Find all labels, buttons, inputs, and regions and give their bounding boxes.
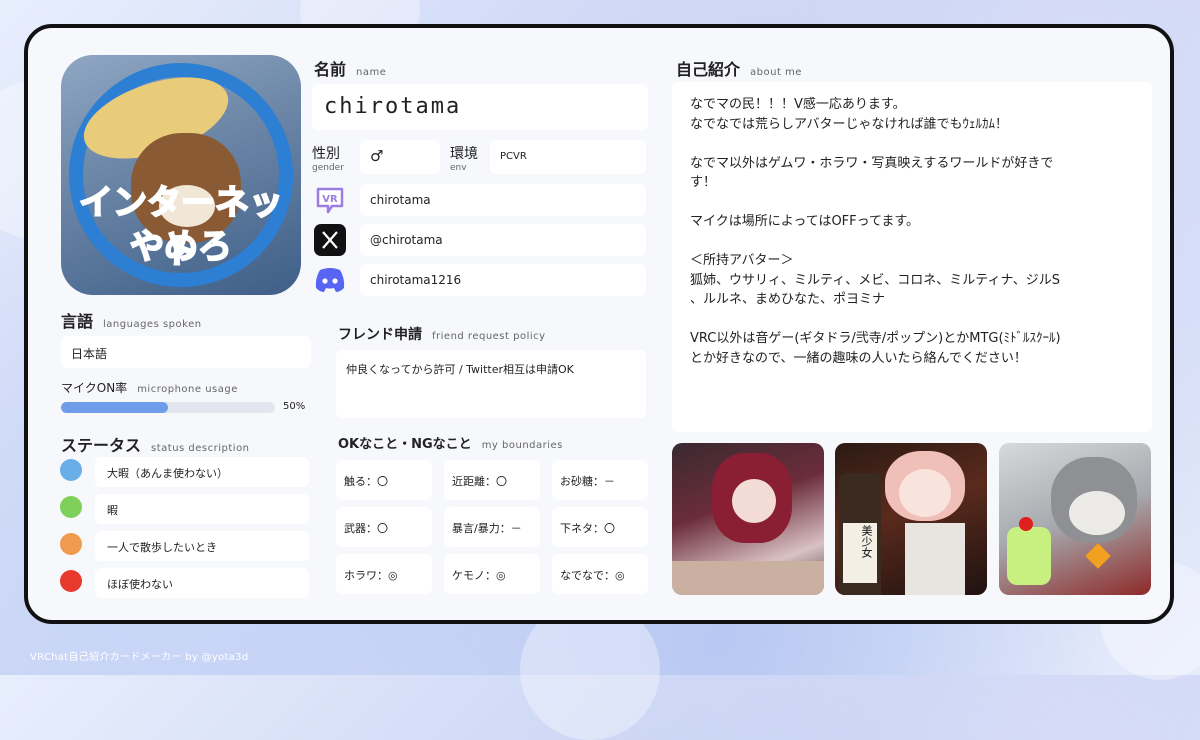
photo-2-face (899, 469, 951, 517)
friend-request-heading: フレンド申請 friend request policy (338, 324, 546, 344)
boundaries-heading: OKなこと・NGなこと my boundaries (338, 433, 563, 452)
boundary-label: お砂糖：－ (560, 475, 615, 488)
vrchat-id-box: chirotama (360, 184, 646, 216)
gender-value: ♂ (370, 147, 384, 165)
photo-2-sign: 美少女 (860, 525, 873, 558)
boundary-close-distance: 近距離：〇 (444, 460, 540, 500)
status-dot-blue (60, 459, 82, 481)
name-value: chirotama (324, 94, 462, 119)
photo-1-face (732, 479, 776, 523)
discord-id: chirotama1216 (370, 273, 462, 287)
env-label: 環境 env (450, 143, 478, 173)
boundary-label: 触る：〇 (344, 475, 388, 488)
x-handle-box: @chirotama (360, 224, 646, 256)
photo-2: 美少女 (835, 443, 987, 595)
boundary-label: ケモノ：◎ (452, 569, 506, 582)
languages-heading-text: 言語 (61, 312, 94, 331)
status-heading-text: ステータス (61, 436, 142, 455)
boundary-kemono: ケモノ：◎ (444, 554, 540, 594)
gender-label-text: 性別 (312, 146, 340, 162)
about-text: なでマの民！！！V感一応あります。 なでなでは荒らしアバターじゃなければ誰でもｳ… (690, 97, 1061, 366)
footer-credit: VRChat自己紹介カードメーカー by @yota3d (30, 652, 249, 663)
about-heading-text: 自己紹介 (676, 60, 741, 79)
friend-request-heading-en: friend request policy (432, 331, 546, 342)
about-heading-en: about me (750, 67, 802, 78)
photo-1-table (672, 561, 824, 595)
friend-request-heading-text: フレンド申請 (338, 327, 422, 343)
env-label-en: env (450, 163, 467, 173)
gender-label-en: gender (312, 163, 344, 173)
photo-3 (999, 443, 1151, 595)
boundary-label: 下ネタ：〇 (560, 522, 615, 535)
name-heading-en: name (356, 67, 387, 78)
boundaries-heading-en: my boundaries (481, 440, 563, 451)
languages-value: 日本語 (71, 347, 108, 361)
gender-box: ♂ (360, 140, 440, 174)
vrchat-id: chirotama (370, 193, 431, 207)
status-heading-en: status description (151, 443, 250, 454)
status-item-orange: 一人で散歩したいとき (95, 531, 309, 561)
friend-request-box: 仲良くなってから許可 / Twitter相互は申請OK (336, 350, 646, 418)
status-item-red: ほぼ使わない (95, 568, 309, 598)
boundaries-heading-text: OKなこと・NGなこと (338, 437, 472, 452)
env-label-text: 環境 (450, 146, 478, 162)
boundary-touch: 触る：〇 (336, 460, 432, 500)
photo-3-cherry (1019, 517, 1033, 531)
status-dot-green (60, 496, 82, 518)
photo-3-face (1069, 491, 1125, 535)
microphone-bar-fill (61, 402, 168, 413)
avatar-image: インターネット やめろ (61, 55, 301, 295)
boundary-headpat: なでなで：◎ (552, 554, 648, 594)
microphone-percent: 50% (283, 401, 306, 412)
discord-icon (312, 262, 348, 298)
boundary-sugar: お砂糖：－ (552, 460, 648, 500)
x-logo-icon (312, 222, 348, 258)
languages-heading-en: languages spoken (103, 319, 202, 330)
env-value: PCVR (500, 151, 527, 162)
boundary-lewd: 下ネタ：〇 (552, 507, 648, 547)
friend-request-value: 仲良くなってから許可 / Twitter相互は申請OK (346, 363, 574, 376)
avatar-logo-line2: やめろ (129, 226, 233, 268)
status-item-blue: 大暇（あんま使わない） (95, 457, 309, 487)
photo-2-dress (905, 523, 965, 595)
boundary-label: 近距離：〇 (452, 475, 507, 488)
photo-3-drink (1007, 527, 1051, 585)
status-item-green: 暇 (95, 494, 309, 524)
name-heading-text: 名前 (314, 60, 347, 79)
boundary-label: ホラワ：◎ (344, 569, 398, 582)
boundary-violence: 暴言/暴力：－ (444, 507, 540, 547)
microphone-heading: マイクON率 microphone usage (61, 379, 238, 396)
env-box: PCVR (490, 140, 646, 174)
about-heading: 自己紹介 about me (676, 56, 802, 80)
boundary-label: 暴言/暴力：－ (452, 522, 522, 535)
name-box: chirotama (312, 84, 648, 130)
discord-id-box: chirotama1216 (360, 264, 646, 296)
name-heading: 名前 name (314, 56, 386, 80)
languages-heading: 言語 languages spoken (61, 308, 202, 332)
boundary-horror: ホラワ：◎ (336, 554, 432, 594)
vrchat-icon: VR (312, 182, 348, 218)
microphone-heading-en: microphone usage (137, 384, 238, 395)
status-label: ほぼ使わない (107, 578, 173, 591)
languages-box: 日本語 (61, 336, 311, 368)
microphone-bar (61, 402, 275, 413)
x-handle: @chirotama (370, 233, 443, 247)
status-label: 大暇（あんま使わない） (107, 467, 228, 480)
photo-3-badge (1085, 543, 1111, 569)
status-dot-red (60, 570, 82, 592)
boundary-weapons: 武器：〇 (336, 507, 432, 547)
status-heading: ステータス status description (61, 432, 250, 456)
svg-text:VR: VR (322, 194, 338, 205)
boundary-label: なでなで：◎ (560, 569, 625, 582)
status-dot-orange (60, 533, 82, 555)
status-label: 一人で散歩したいとき (107, 541, 217, 554)
gender-label: 性別 gender (312, 143, 344, 173)
photo-1 (672, 443, 824, 595)
status-label: 暇 (107, 504, 118, 517)
boundary-label: 武器：〇 (344, 522, 388, 535)
microphone-heading-text: マイクON率 (61, 381, 128, 395)
